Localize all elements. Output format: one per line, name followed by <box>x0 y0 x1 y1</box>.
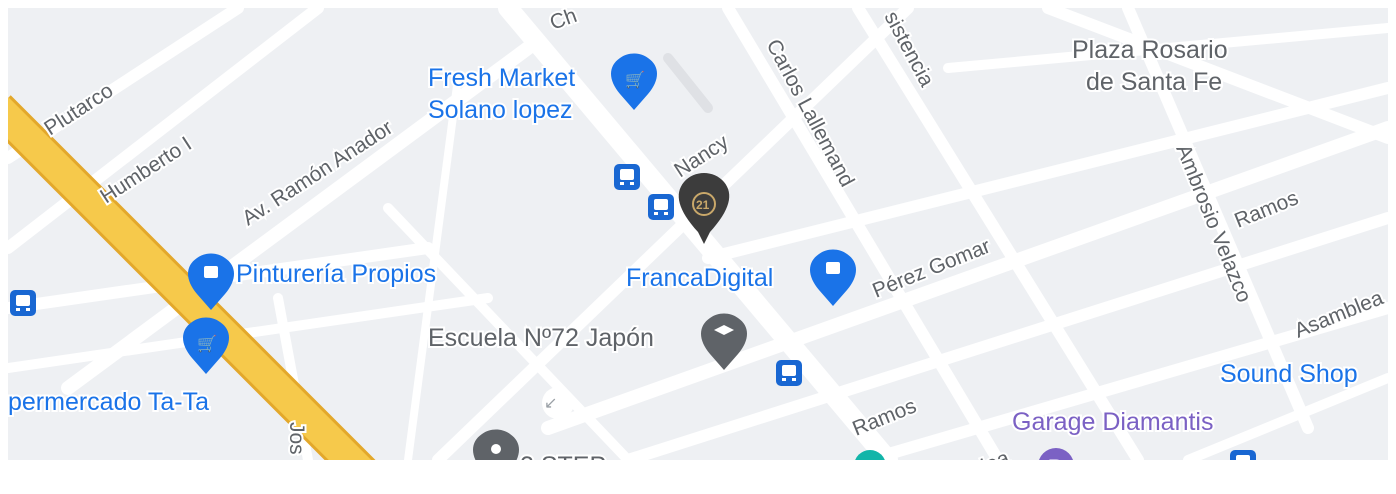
poi-label-fresh-market-2: Solano lopez <box>428 96 573 124</box>
poi-label-sound-shop: Sound Shop <box>1220 360 1358 388</box>
svg-text:🛒: 🛒 <box>625 70 645 89</box>
map-canvas: ↙ Plutarco Humberto I Av. Ramón Anador C… <box>8 8 1388 460</box>
poi-label-2-step: 2 STEP <box>520 452 606 460</box>
poi-label-supermercado: permercado Ta-Ta <box>8 388 209 416</box>
poi-label-fresh-market-1: Fresh Market <box>428 64 575 92</box>
poi-label-escuela: Escuela Nº72 Japón <box>428 324 654 352</box>
map-view[interactable]: ↙ Plutarco Humberto I Av. Ramón Anador C… <box>8 8 1388 460</box>
poi-label-plaza-1: Plaza Rosario <box>1072 36 1228 64</box>
poi-label-plaza-2: de Santa Fe <box>1086 68 1222 96</box>
poi-label-pintureria: Pinturería Propios <box>236 260 436 288</box>
poi-label-francadigital: FrancaDigital <box>626 264 773 292</box>
bus-stop-icon[interactable] <box>1230 450 1256 460</box>
bus-stop-icon[interactable] <box>776 360 802 386</box>
bus-stop-icon[interactable] <box>614 164 640 190</box>
svg-text:P: P <box>1048 455 1063 460</box>
svg-text:21: 21 <box>696 198 710 212</box>
bus-stop-icon[interactable] <box>648 194 674 220</box>
svg-text:🛒: 🛒 <box>197 334 217 353</box>
roundabout-arrow-icon: ↙ <box>544 395 557 412</box>
poi-label-garage: Garage Diamantis <box>1012 408 1213 436</box>
street-label-jose: Jos <box>285 422 308 455</box>
bus-stop-icon[interactable] <box>10 290 36 316</box>
